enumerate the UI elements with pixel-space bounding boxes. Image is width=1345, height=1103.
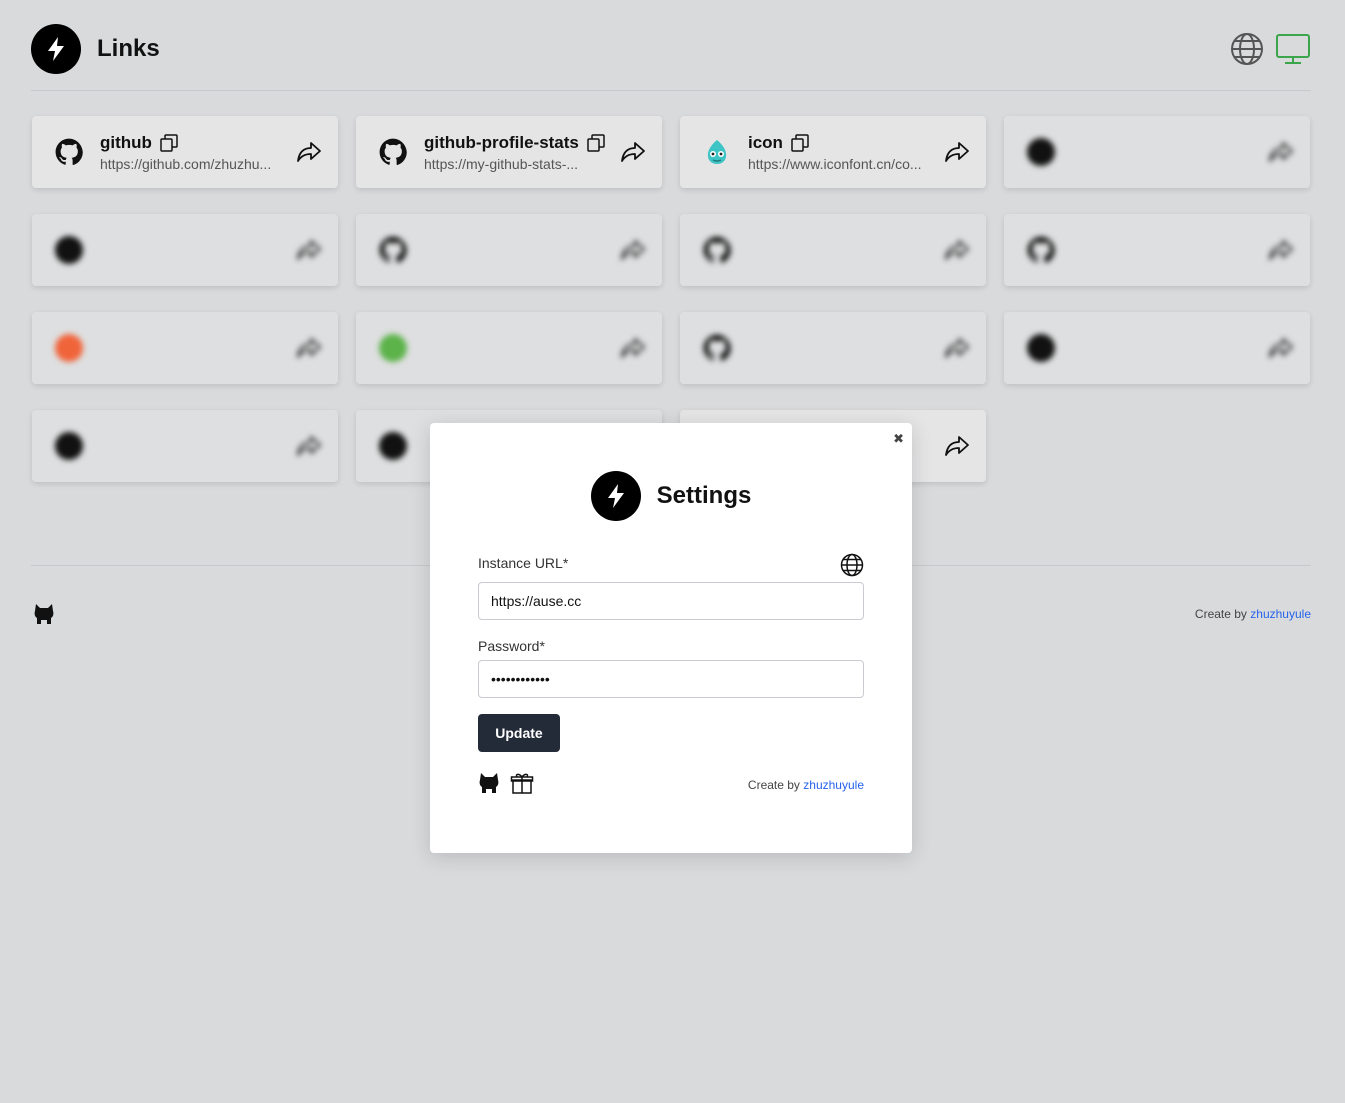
share-icon[interactable] [1268,139,1294,165]
dark-circle-icon [1026,137,1056,167]
modal-author-link[interactable]: zhuzhuyule [803,778,864,792]
card-body [748,249,934,252]
monitor-icon[interactable] [1275,31,1311,67]
modal-footer: Create by zhuzhuyule [478,772,864,798]
github-icon [1026,235,1056,265]
card-title: github [100,132,152,152]
lightning-logo-icon [590,471,641,521]
share-icon[interactable] [296,237,322,263]
share-icon[interactable] [944,335,970,361]
link-card[interactable] [32,214,338,286]
modal-credit-prefix: Create by [747,778,800,792]
lightning-logo-icon [31,24,81,74]
github-cat-icon[interactable] [33,602,55,626]
card-body: github https://github.com/zhuzhu... [100,133,286,172]
header: Links [31,24,1311,74]
copy-icon[interactable] [587,133,605,152]
orange-circle-icon [54,333,84,363]
share-icon[interactable] [620,139,646,165]
share-icon[interactable] [944,237,970,263]
share-icon[interactable] [1268,335,1294,361]
link-card[interactable]: icon https://www.iconfont.cn/co... [680,116,986,188]
card-body [100,445,286,448]
card-url[interactable]: https://github.com/zhuzhu... [100,156,285,172]
copy-icon[interactable] [160,133,178,152]
card-title-row: github-profile-stats [424,133,610,153]
link-card[interactable] [680,214,986,286]
link-card[interactable] [32,410,338,482]
card-title: icon [748,132,783,152]
link-card[interactable]: github-profile-stats https://my-github-st… [356,116,662,188]
copy-icon[interactable] [791,133,809,152]
globe-icon[interactable] [840,553,864,577]
link-card[interactable] [356,312,662,384]
modal-header: Settings [430,471,912,521]
page-title: Links [97,35,160,62]
github-icon [378,137,408,167]
card-body [1072,347,1258,350]
github-icon [702,235,732,265]
dark-circle-icon [378,431,408,461]
github-icon [378,235,408,265]
card-body [100,249,286,252]
card-body: github-profile-stats https://my-github-st… [424,133,610,172]
share-icon[interactable] [296,139,322,165]
share-icon[interactable] [620,237,646,263]
footer-credit-prefix: Create by [1194,607,1247,621]
link-card[interactable] [32,312,338,384]
card-title-row: icon [748,133,934,153]
card-body [748,347,934,350]
modal-icons [478,771,534,800]
link-card[interactable]: github https://github.com/zhuzhu... [32,116,338,188]
modal-title: Settings [656,482,752,509]
instance-url-input[interactable]: https://ause.cc [478,582,864,620]
card-body [1072,151,1258,154]
card-body: icon https://www.iconfont.cn/co... [748,133,934,172]
link-card[interactable] [680,312,986,384]
share-icon[interactable] [620,335,646,361]
github-cat-icon[interactable] [478,771,500,800]
gift-icon[interactable] [510,771,534,800]
link-card[interactable] [1004,116,1310,188]
card-body [424,347,610,350]
dark-circle-icon [1026,333,1056,363]
share-icon[interactable] [1268,237,1294,263]
share-icon[interactable] [944,433,970,459]
brand: Links [31,24,160,74]
share-icon[interactable] [296,335,322,361]
link-card[interactable] [1004,214,1310,286]
settings-modal: ✖ Settings Instance URL* https://ause.cc… [430,423,912,853]
top-divider [31,90,1311,91]
share-icon[interactable] [944,139,970,165]
github-icon [54,137,84,167]
iconfont-chameleon-icon [702,137,732,167]
card-title: github-profile-stats [424,132,579,152]
footer-author-link[interactable]: zhuzhuyule [1250,607,1311,621]
instance-url-label: Instance URL* [478,555,569,571]
globe-icon[interactable] [1229,31,1265,67]
password-label: Password* [478,638,545,654]
card-body [1072,249,1258,252]
dark-circle-icon [54,235,84,265]
modal-credit: Create by zhuzhuyule [748,778,864,792]
card-url[interactable]: https://my-github-stats-... [424,156,609,172]
password-input[interactable]: •••••••••••• [478,660,864,698]
green-circle-icon [378,333,408,363]
close-icon[interactable]: ✖ [893,432,904,445]
card-body [100,347,286,350]
link-card[interactable] [356,214,662,286]
link-card[interactable] [1004,312,1310,384]
card-body [424,249,610,252]
dark-circle-icon [54,431,84,461]
footer-credit: Create by zhuzhuyule [1195,607,1311,621]
card-url[interactable]: https://www.iconfont.cn/co... [748,156,933,172]
github-icon [702,333,732,363]
update-button[interactable]: Update [478,714,560,752]
card-title-row: github [100,133,286,153]
header-actions [1229,31,1311,67]
share-icon[interactable] [296,433,322,459]
